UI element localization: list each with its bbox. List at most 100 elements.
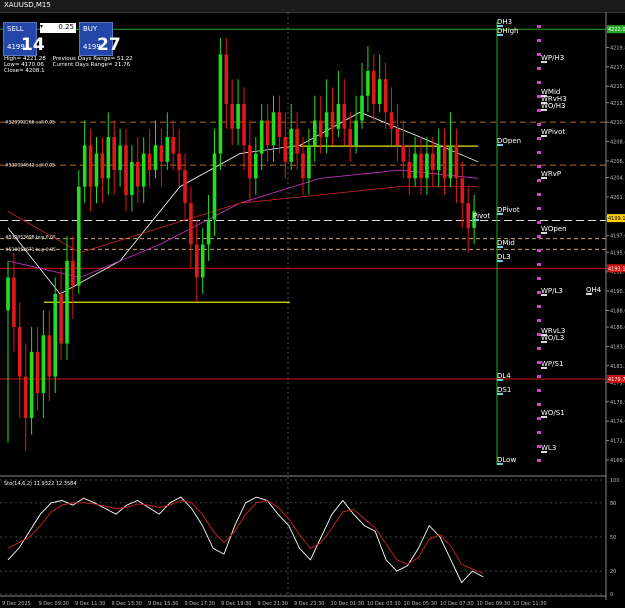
candle-body xyxy=(425,153,429,179)
candle-body xyxy=(466,203,470,228)
one-click-trading-panel: SELL 4199 14 0.25 ▾ BUY 4199 27 xyxy=(3,22,121,56)
pivot-label: WO/S1 xyxy=(541,409,565,417)
price-tick-label: 4172.25 xyxy=(610,439,625,445)
pivot-label: DPivot xyxy=(497,206,520,214)
candle-body xyxy=(354,120,358,146)
price-tick-label: 4188.00 xyxy=(610,308,625,314)
candle-body xyxy=(65,260,69,344)
price-tick-label: 4201.75 xyxy=(610,195,625,201)
candle-body xyxy=(183,170,187,204)
candle-body xyxy=(47,335,52,377)
weekly-pivot-tick xyxy=(537,179,541,182)
candle-body xyxy=(336,103,341,129)
pivot-label: DL4 xyxy=(497,372,511,380)
price-tick-label: 4169.90 xyxy=(610,458,625,464)
pivot-marker xyxy=(541,294,547,296)
candle-body xyxy=(313,120,317,146)
pivot-marker xyxy=(541,341,547,343)
candle-body xyxy=(401,145,406,162)
pivot-marker xyxy=(541,416,547,418)
candle-body xyxy=(212,153,217,220)
weekly-pivot-tick xyxy=(537,221,541,224)
lot-down-icon[interactable]: ▾ xyxy=(40,23,46,33)
weekly-pivot-tick xyxy=(537,137,541,140)
candle-body xyxy=(454,145,459,179)
price-chart[interactable]: #529992266 sell 0.05 #530034642 sell 0.05… xyxy=(0,0,625,608)
sell-button[interactable]: SELL 4199 14 xyxy=(3,22,45,56)
candle-body xyxy=(348,128,352,146)
chart-window: XAUUSD,M15 #529992266 sell 0.05 #53003464… xyxy=(0,0,625,608)
pivot-marker xyxy=(497,393,503,395)
pivot-label: WP/H3 xyxy=(541,54,564,62)
candle-body xyxy=(23,376,28,418)
candle-body xyxy=(41,335,46,394)
candle-body xyxy=(206,219,211,245)
candle-body xyxy=(248,145,252,179)
time-label: 10 Dec 09:30 xyxy=(477,601,511,607)
weekly-pivot-tick xyxy=(537,403,541,406)
candle-body xyxy=(360,95,364,121)
candle-body xyxy=(189,203,193,245)
pivot-marker xyxy=(541,135,547,137)
stoch-k-line xyxy=(7,496,484,584)
candle-body xyxy=(171,137,175,154)
pivot-label: DHigh xyxy=(497,27,518,35)
candle-body xyxy=(82,145,87,187)
weekly-pivot-tick xyxy=(537,95,541,98)
candle-body xyxy=(124,145,128,195)
weekly-pivot-tick xyxy=(537,39,541,42)
pivot-label: WO/L3 xyxy=(541,334,564,342)
pivot-marker xyxy=(497,34,503,36)
weekly-pivot-tick xyxy=(537,165,541,168)
range-info-panel: High= 4221.28 Previous Days Range= 51.22… xyxy=(4,56,133,74)
stoch-label: Sto(14,6,2) 11.9322 12.3584 xyxy=(4,481,77,487)
candle-body xyxy=(383,79,388,113)
time-label: 9 Dec 2025 xyxy=(2,601,31,607)
price-tick-label: 4217.50 xyxy=(610,65,625,71)
candle-body xyxy=(342,103,347,129)
green-level-label: 4222.05 xyxy=(608,27,625,33)
red-level-2-label: 4179.71 xyxy=(608,377,625,383)
candle-body xyxy=(141,153,146,187)
weekly-pivot-tick xyxy=(537,67,541,70)
time-label: 10 Dec 01:30 xyxy=(331,601,365,607)
candle-body xyxy=(389,112,394,129)
pivot-marker xyxy=(473,219,479,221)
candle-body xyxy=(29,351,34,418)
candle-body xyxy=(230,103,234,129)
order-label: #530034642 sell 0.05 xyxy=(5,163,55,169)
weekly-pivot-tick xyxy=(537,445,541,448)
candle-body xyxy=(283,137,288,162)
pivot-marker xyxy=(497,246,503,248)
weekly-pivot-tick xyxy=(537,109,541,112)
candle-body xyxy=(242,103,246,146)
candle-body xyxy=(106,137,111,179)
pivot-label: WPivot xyxy=(541,128,565,136)
candle-body xyxy=(153,145,158,171)
weekly-pivot-tick xyxy=(537,207,541,210)
candle-body xyxy=(295,128,299,154)
pivot-marker xyxy=(497,260,503,262)
time-label: 9 Dec 15:30 xyxy=(148,601,178,607)
candle-body xyxy=(88,145,93,187)
candle-body xyxy=(35,351,40,394)
weekly-pivot-tick xyxy=(537,123,541,126)
candle-body xyxy=(366,70,370,96)
price-tick-label: 4210.80 xyxy=(610,120,625,126)
candle-body xyxy=(301,153,305,179)
pivot-marker xyxy=(541,232,547,234)
candle-body xyxy=(318,120,323,138)
buy-button[interactable]: BUY 4199 27 xyxy=(79,22,121,56)
price-tick-label: 4206.10 xyxy=(610,159,625,165)
candle-body xyxy=(259,120,264,154)
stoch-tick: 50 xyxy=(610,535,616,541)
candle-body xyxy=(118,145,122,171)
pivot-marker xyxy=(541,367,547,369)
time-label: 9 Dec 19:30 xyxy=(221,601,251,607)
candle-body xyxy=(59,293,63,344)
candle-body xyxy=(12,277,16,328)
time-label: 9 Dec 11:30 xyxy=(75,601,105,607)
pivot-label: DOpen xyxy=(497,137,521,145)
time-label: 9 Dec 23:30 xyxy=(294,601,324,607)
candle-body xyxy=(147,153,152,171)
